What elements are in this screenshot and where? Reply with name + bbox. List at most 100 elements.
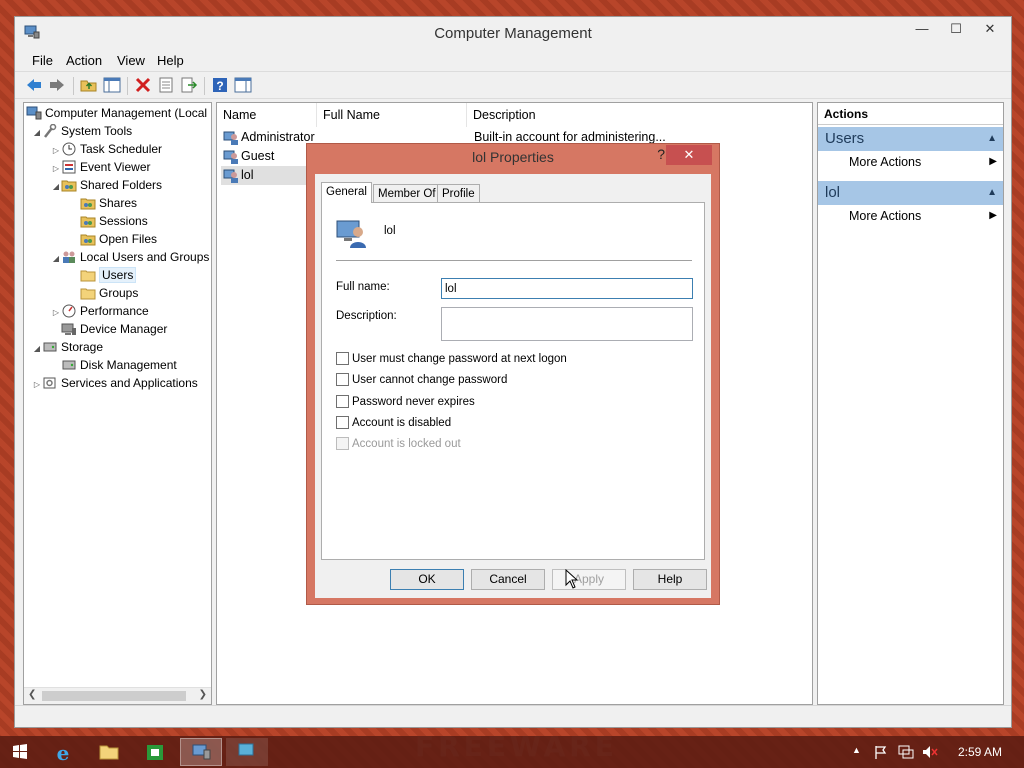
checkbox-password-never-expires[interactable]: Password never expires — [336, 395, 475, 411]
tree-item-task-scheduler[interactable]: ▷ Task Scheduler — [51, 140, 162, 158]
tree-horizontal-scrollbar[interactable]: ❮ ❯ — [24, 687, 211, 704]
user-name: lol — [241, 168, 254, 182]
start-button-windows-icon[interactable] — [2, 738, 38, 766]
action-center-flag-icon[interactable] — [873, 744, 889, 760]
actions-header: Actions — [818, 103, 1003, 125]
actions-group-lol[interactable]: lol ▲ — [818, 181, 1003, 205]
tree-item-performance[interactable]: ▷ Performance — [51, 302, 149, 320]
actions-group-users[interactable]: Users ▲ — [818, 127, 1003, 151]
list-item-lol[interactable]: lol — [221, 166, 307, 185]
column-header-description[interactable]: Description — [467, 103, 667, 127]
toolbar: ? — [15, 71, 1011, 99]
tree-item-computer-management[interactable]: Computer Management (Local — [26, 104, 207, 122]
menu-file[interactable]: File — [32, 53, 53, 68]
help-button[interactable]: Help — [633, 569, 707, 590]
status-bar — [15, 705, 1011, 727]
volume-muted-icon[interactable] — [921, 744, 939, 760]
checkbox-label: Account is locked out — [352, 438, 461, 450]
column-header-full-name[interactable]: Full Name — [317, 103, 467, 127]
title-bar[interactable]: Computer Management — ☐ ✕ — [15, 17, 1011, 49]
tree-item-device-manager[interactable]: Device Manager — [61, 320, 167, 338]
tree-item-shared-folders[interactable]: ◢ Shared Folders — [51, 176, 162, 194]
computer-management-icon — [26, 106, 42, 120]
tree-item-storage[interactable]: ◢ Storage — [32, 338, 103, 356]
show-hide-tree-icon[interactable] — [103, 76, 121, 94]
menu-help[interactable]: Help — [157, 53, 184, 68]
disk-icon — [61, 358, 77, 372]
maximize-button[interactable]: ☐ — [939, 17, 973, 43]
forward-arrow-icon[interactable] — [48, 76, 66, 94]
collapse-icon[interactable]: ◢ — [32, 124, 42, 142]
show-action-pane-icon[interactable] — [234, 76, 252, 94]
ok-button[interactable]: OK — [390, 569, 464, 590]
scroll-right-icon[interactable]: ❯ — [199, 689, 207, 700]
tree-item-groups[interactable]: Groups — [80, 284, 138, 302]
collapse-icon[interactable]: ◢ — [51, 250, 61, 268]
folder-icon — [80, 286, 96, 300]
properties-icon[interactable] — [157, 76, 175, 94]
taskbar-computer-management[interactable] — [180, 738, 222, 766]
lol-properties-dialog: lol Properties ? ✕ General Member Of Pro… — [306, 143, 720, 605]
tab-general[interactable]: General — [321, 182, 372, 203]
event-viewer-icon — [61, 160, 77, 174]
more-actions-lol[interactable]: More Actions ▶ — [818, 205, 1003, 227]
dialog-help-button[interactable]: ? — [657, 146, 665, 162]
close-button[interactable]: ✕ — [973, 17, 1007, 43]
tree-item-disk-management[interactable]: Disk Management — [61, 356, 177, 374]
tab-member-of[interactable]: Member Of — [373, 184, 441, 203]
collapse-up-icon[interactable]: ▲ — [987, 181, 997, 205]
cancel-button[interactable]: Cancel — [471, 569, 545, 590]
tree-item-system-tools[interactable]: ◢ System Tools — [32, 122, 132, 140]
collapse-up-icon[interactable]: ▲ — [987, 127, 997, 151]
menu-action[interactable]: Action — [66, 53, 102, 68]
expand-icon[interactable]: ▷ — [32, 376, 42, 394]
taskbar: e ▲ 2:59 AM — [0, 736, 1024, 768]
svg-text:e: e — [57, 741, 70, 765]
tree-item-sessions[interactable]: Sessions — [80, 212, 148, 230]
checkbox[interactable] — [336, 395, 349, 408]
taskbar-app-window[interactable] — [226, 738, 268, 766]
export-list-icon[interactable] — [180, 76, 198, 94]
menu-view[interactable]: View — [117, 53, 145, 68]
checkbox[interactable] — [336, 416, 349, 429]
checkbox-account-disabled[interactable]: Account is disabled — [336, 416, 451, 432]
more-actions-label: More Actions — [849, 155, 922, 169]
checkbox[interactable] — [336, 373, 349, 386]
checkbox[interactable] — [336, 352, 349, 365]
help-icon[interactable]: ? — [211, 76, 229, 94]
group-title: lol — [825, 184, 841, 201]
checkbox-must-change-password[interactable]: User must change password at next logon — [336, 352, 567, 368]
internet-explorer-icon[interactable]: e — [42, 738, 84, 766]
console-tree[interactable]: Computer Management (Local ◢ System Tools… — [23, 102, 212, 705]
collapse-icon[interactable]: ◢ — [32, 340, 42, 358]
app-window-icon — [238, 743, 254, 756]
description-input[interactable] — [441, 307, 693, 341]
tree-item-users[interactable]: Users — [80, 266, 137, 284]
store-icon[interactable] — [134, 738, 176, 766]
delete-icon[interactable] — [134, 76, 152, 94]
tree-item-local-users-and-groups[interactable]: ◢ Local Users and Groups — [51, 248, 209, 266]
back-arrow-icon[interactable] — [25, 76, 43, 94]
dialog-close-button[interactable]: ✕ — [666, 145, 712, 165]
tree-item-shares[interactable]: Shares — [80, 194, 137, 212]
column-header-name[interactable]: Name — [217, 103, 317, 127]
show-hidden-icons[interactable]: ▲ — [852, 745, 861, 755]
tree-item-open-files[interactable]: Open Files — [80, 230, 157, 248]
scrollbar-thumb[interactable] — [42, 691, 186, 701]
apply-button[interactable]: Apply — [552, 569, 626, 590]
tree-item-event-viewer[interactable]: ▷ Event Viewer — [51, 158, 151, 176]
tab-profile[interactable]: Profile — [437, 184, 480, 203]
more-actions-users[interactable]: More Actions ▶ — [818, 151, 1003, 173]
checkbox-cannot-change-password[interactable]: User cannot change password — [336, 373, 507, 389]
minimize-button[interactable]: — — [905, 17, 939, 43]
expand-icon[interactable]: ▷ — [51, 304, 61, 322]
file-explorer-icon[interactable] — [88, 738, 130, 766]
tree-item-services-and-applications[interactable]: ▷ Services and Applications — [32, 374, 198, 392]
performance-icon — [61, 304, 77, 318]
full-name-input[interactable] — [441, 278, 693, 299]
collapse-icon[interactable]: ◢ — [51, 178, 61, 196]
up-folder-icon[interactable] — [80, 76, 98, 94]
scroll-left-icon[interactable]: ❮ — [28, 689, 36, 700]
taskbar-clock[interactable]: 2:59 AM — [958, 745, 1002, 759]
network-icon[interactable] — [897, 744, 915, 760]
